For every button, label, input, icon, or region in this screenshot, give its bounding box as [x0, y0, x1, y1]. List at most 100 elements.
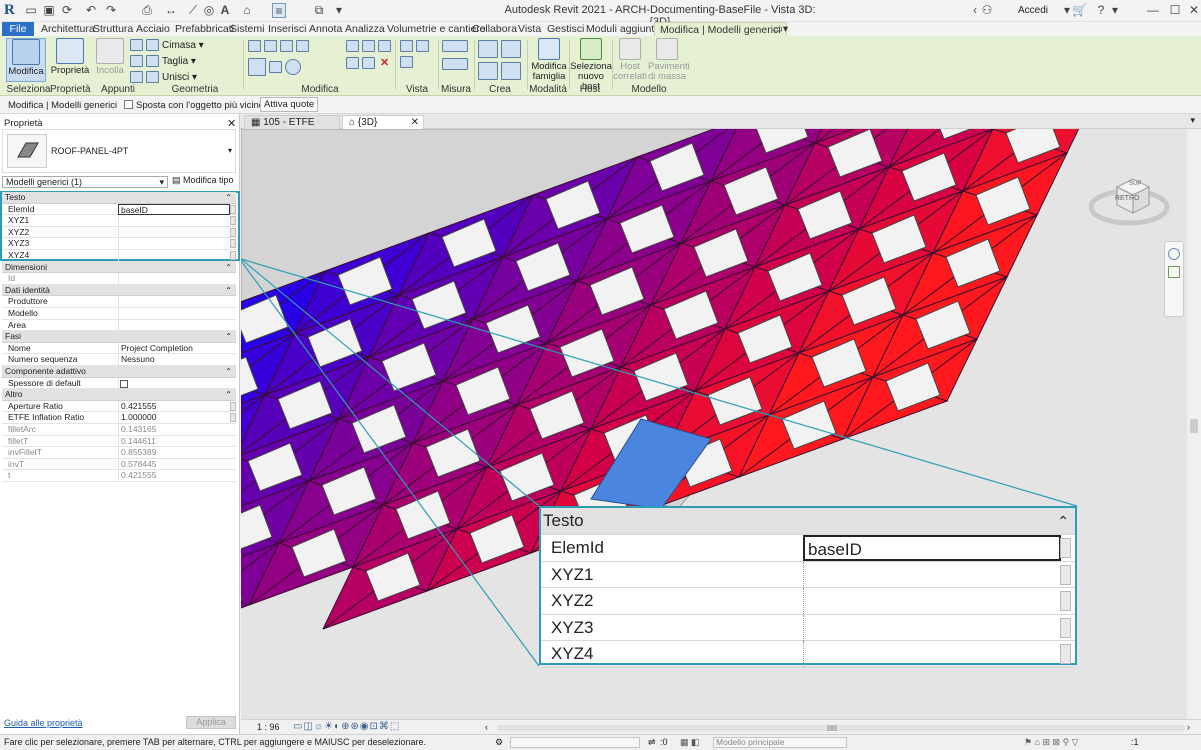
pin-icon[interactable] — [378, 40, 391, 53]
collapse-icon[interactable]: ⌃ — [225, 262, 232, 273]
workset-dropdown[interactable] — [510, 737, 640, 748]
trim-icon[interactable] — [346, 40, 359, 53]
tab-modifica-modelli-generici[interactable]: Modifica | Modelli generici — [654, 22, 787, 36]
3d-view-icon[interactable]: ⌂ — [240, 3, 254, 18]
property-value[interactable]: 0.421555 — [118, 400, 230, 412]
revit-logo-icon[interactable]: R — [4, 2, 18, 19]
modifica-famiglia-button[interactable]: Modifica famiglia — [529, 38, 569, 84]
value-editor-handle[interactable] — [230, 251, 236, 260]
collapse-icon[interactable]: ⌃ — [225, 389, 232, 400]
minimize-icon[interactable]: — — [1146, 3, 1160, 18]
section-testo[interactable]: Testo ⌃ — [2, 192, 236, 204]
seleziona-nuovo-host-button[interactable]: Seleziona nuovo host — [570, 38, 612, 92]
scroll-left-icon[interactable]: ‹ — [485, 722, 488, 732]
dimension-icon[interactable]: ⟋ — [186, 3, 200, 18]
user-icon[interactable]: ⚇ — [980, 3, 994, 18]
value-editor-handle[interactable] — [230, 227, 236, 237]
property-value[interactable] — [118, 296, 230, 308]
tab-list-icon[interactable]: ▾ — [1190, 115, 1195, 126]
ribbon-options-icon[interactable]: ▭▾ — [768, 22, 793, 36]
similar-icon[interactable] — [501, 62, 521, 80]
copy-icon[interactable] — [269, 61, 282, 74]
modifica-button[interactable]: Modifica — [6, 38, 46, 82]
property-value[interactable]: Nessuno — [118, 354, 230, 366]
unisci-button[interactable]: Unisci ▾ — [130, 71, 240, 85]
create-parts-icon[interactable] — [501, 40, 521, 58]
incolla-button[interactable]: Incolla — [90, 38, 130, 84]
property-row[interactable]: ElemId baseID — [2, 203, 236, 216]
measure-icon[interactable] — [442, 40, 468, 53]
measure-icon[interactable]: ↔ — [164, 3, 178, 18]
value-editor-handle[interactable] — [230, 204, 236, 214]
vertical-scrollbar[interactable] — [1187, 129, 1201, 719]
property-row[interactable]: Area — [2, 319, 236, 332]
tag-icon[interactable]: ◎ — [202, 3, 216, 18]
viewcube[interactable]: RETRO SUP — [1088, 165, 1171, 229]
editable-icon[interactable]: ⇌ — [648, 735, 656, 750]
status-tool-icons[interactable]: ▦ ◧ — [680, 735, 700, 750]
file-menu-button[interactable]: File — [2, 22, 34, 36]
collapse-icon[interactable]: ⌃ — [225, 366, 232, 377]
property-value[interactable] — [118, 377, 230, 389]
tab-acciaio[interactable]: Acciaio — [131, 22, 175, 36]
scale-icon[interactable] — [362, 57, 375, 70]
mirror-axis-icon[interactable] — [280, 40, 293, 53]
create-assembly-icon[interactable] — [478, 62, 498, 80]
align-icon[interactable] — [248, 40, 261, 53]
property-value[interactable]: 1.000000 — [118, 412, 230, 424]
steering-wheel-icon[interactable] — [1168, 248, 1180, 260]
taglia-button[interactable]: Taglia ▾ — [130, 55, 240, 69]
redo-icon[interactable]: ↷ — [104, 3, 118, 18]
properties-help-link[interactable]: Guida alle proprietà — [4, 718, 83, 728]
save-icon[interactable]: ▣ — [42, 3, 56, 18]
property-value[interactable] — [118, 273, 230, 285]
value-editor-handle[interactable] — [230, 239, 236, 249]
property-row[interactable]: invFilletT 0.855389 — [2, 447, 236, 459]
close-tab-icon[interactable]: ✕ — [411, 116, 419, 129]
value-editor-handle[interactable] — [230, 216, 236, 226]
property-value[interactable]: 0.144611 — [118, 435, 230, 447]
scroll-thumb[interactable] — [1190, 419, 1198, 433]
property-row[interactable]: XYZ4 — [2, 250, 236, 262]
instance-filter-dropdown[interactable]: Modelli generici (1) ▾ — [2, 176, 168, 188]
property-value[interactable] — [118, 238, 230, 250]
property-value[interactable] — [118, 215, 230, 227]
horizontal-scrollbar[interactable] — [497, 725, 1185, 731]
property-row[interactable]: filletArc 0.143165 — [2, 424, 236, 436]
property-value[interactable] — [118, 308, 230, 319]
property-value[interactable] — [118, 250, 230, 261]
create-group-icon[interactable] — [478, 40, 498, 58]
zoom-icon[interactable] — [1168, 266, 1180, 278]
property-value[interactable]: Project Completion — [118, 342, 230, 354]
accedi-link[interactable]: Accedi — [1018, 5, 1048, 16]
property-value[interactable]: 0.143165 — [118, 424, 230, 435]
attiva-quote-button[interactable]: Attiva quote — [260, 97, 319, 112]
property-row[interactable]: XYZ1 — [2, 215, 236, 227]
dimension-icon[interactable] — [442, 58, 468, 71]
view-scale[interactable]: 1 : 96 — [257, 722, 280, 732]
sync-icon[interactable]: ⟳ — [60, 3, 74, 18]
property-row[interactable]: filletT 0.144611 — [2, 435, 236, 448]
section-dati_identita[interactable]: Dati identità ⌃ — [2, 284, 236, 297]
text-icon[interactable]: A — [218, 3, 232, 18]
hide-icon[interactable] — [400, 40, 413, 53]
view-control-icons[interactable]: ▭◫☼☀◐⊕⊛◉⊡⌘⬚ — [293, 721, 400, 732]
rotate-icon[interactable] — [285, 59, 301, 76]
thin-lines-icon[interactable]: ≡ — [272, 3, 286, 18]
section-componente[interactable]: Componente adattivo ⌃ — [2, 366, 236, 378]
collapse-icon[interactable]: ⌃ — [225, 192, 232, 203]
cart-icon[interactable]: 🛒 — [1072, 3, 1087, 18]
apply-button[interactable]: Applica — [186, 716, 236, 729]
scroll-right-icon[interactable]: › — [1187, 722, 1190, 732]
spessore-checkbox[interactable] — [120, 379, 128, 388]
pavimenti-massa-button[interactable]: Pavimenti di massa — [648, 38, 690, 84]
collapse-icon[interactable]: ⌃ — [225, 331, 232, 342]
property-value[interactable]: 0.421555 — [118, 470, 230, 482]
chevron-down-icon[interactable]: ▾ — [228, 146, 232, 155]
cimasa-button[interactable]: Cimasa ▾ — [130, 39, 240, 53]
property-row[interactable]: Spessore di default — [2, 377, 236, 390]
value-editor-handle[interactable] — [230, 413, 236, 423]
property-value[interactable]: 0.578445 — [118, 458, 230, 470]
3d-viewport[interactable]: RETRO SUP Testo ⌃ ElemId baseID XYZ1 XYZ2 XY… — [241, 129, 1187, 719]
tab-etfe-schedule[interactable]: ▦ 105 - ETFE Schedule — [244, 115, 340, 141]
